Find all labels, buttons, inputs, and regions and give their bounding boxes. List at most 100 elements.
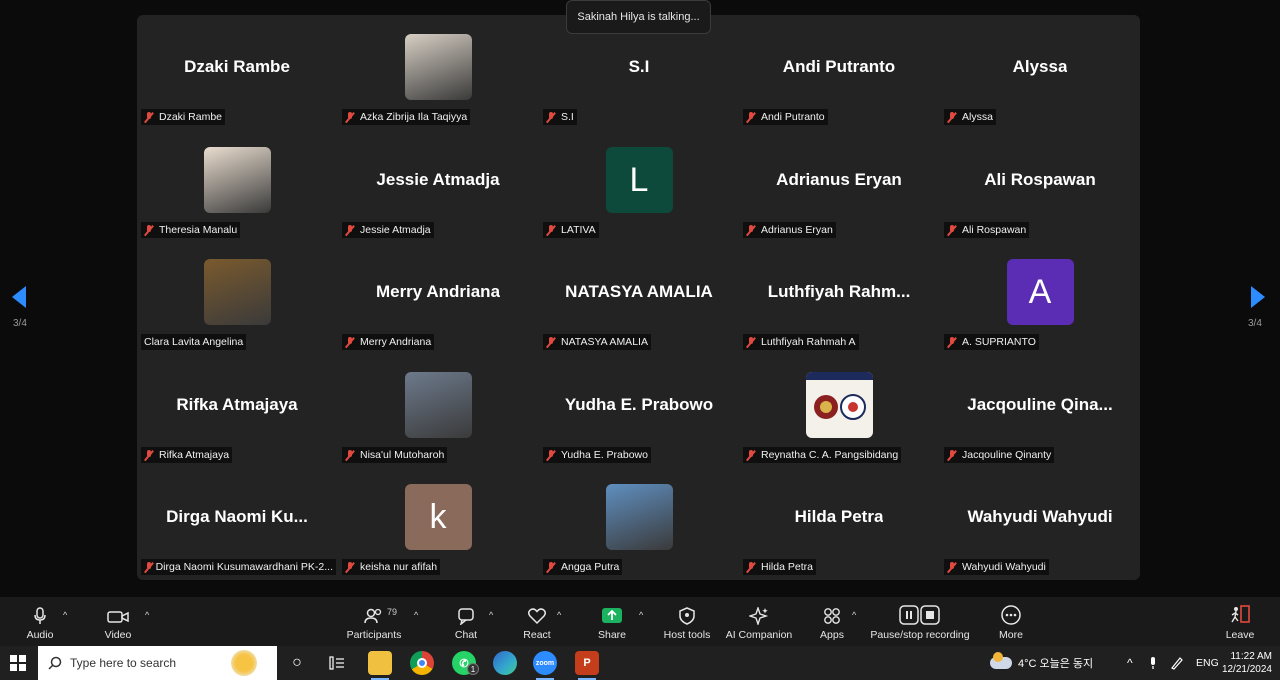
participant-tile[interactable]: Luthfiyah Rahm... Luthfiyah Rahmah A [739, 240, 939, 352]
participant-avatar-letter: A [1006, 259, 1074, 325]
recording-button[interactable]: Pause/stop recording [870, 597, 970, 646]
participant-tile[interactable]: Hilda Petra Hilda Petra [739, 465, 939, 577]
participant-label-text: Azka Zibrija Ila Taqiyya [360, 111, 468, 123]
participant-tile[interactable]: Andi Putranto Andi Putranto [739, 15, 939, 127]
edge-icon[interactable] [493, 651, 517, 675]
participant-tile[interactable]: Merry Andriana Merry Andriana [338, 240, 538, 352]
talking-toast: Sakinah Hilya is talking... [566, 0, 711, 34]
muted-mic-icon [746, 336, 756, 348]
participant-tile[interactable]: Wahyudi Wahyudi Wahyudi Wahyudi [940, 465, 1140, 577]
chat-caret-icon[interactable]: ^ [489, 610, 493, 620]
chrome-icon[interactable] [410, 651, 434, 675]
participant-tile[interactable]: Alyssa Alyssa [940, 15, 1140, 127]
muted-mic-icon [345, 224, 355, 236]
tray-pen-icon[interactable] [1170, 646, 1184, 680]
share-label: Share [597, 629, 627, 641]
participant-name-label: Theresia Manalu [141, 222, 241, 238]
language-indicator[interactable]: ENG [1196, 646, 1219, 680]
participant-tile[interactable]: Theresia Manalu [137, 128, 337, 240]
participants-label: Participants [346, 629, 402, 641]
page-indicator-left: 3/4 [13, 318, 27, 329]
muted-mic-icon [546, 336, 556, 348]
more-button[interactable]: More [995, 597, 1027, 646]
participant-tile[interactable]: Clara Lavita Angelina [137, 240, 337, 352]
participant-tile[interactable]: NATASYA AMALIA NATASYA AMALIA [539, 240, 739, 352]
microphone-icon [34, 607, 46, 624]
participant-tile[interactable]: Azka Zibrija Ila Taqiyya [338, 15, 538, 127]
apps-icon [824, 608, 840, 624]
participant-name-label: Dirga Naomi Kusumawardhani PK-2... [141, 559, 336, 575]
participant-name-label: Angga Putra [543, 559, 623, 575]
chat-button[interactable]: Chat [450, 597, 482, 646]
meeting-toolbar: Audio ^ Video ^ Participants 79 ^ Chat ^… [0, 597, 1280, 646]
share-caret-icon[interactable]: ^ [639, 610, 643, 620]
participant-label-text: Angga Putra [561, 561, 620, 573]
participant-tile[interactable]: A A. SUPRIANTO [940, 240, 1140, 352]
participant-tile[interactable]: Ali Rospawan Ali Rospawan [940, 128, 1140, 240]
clock[interactable]: 11:22 AM 12/21/2024 [1222, 646, 1272, 680]
participant-tile[interactable]: Nisa'ul Mutoharoh [338, 353, 538, 465]
participant-tile[interactable]: Angga Putra [539, 465, 739, 577]
participant-tile[interactable]: L LATIVA [539, 128, 739, 240]
zoom-icon[interactable]: zoom [533, 651, 557, 675]
participant-avatar-photo [203, 147, 271, 213]
apps-button[interactable]: Apps [817, 597, 847, 646]
taskbar-search-box[interactable]: Type here to search [38, 646, 277, 680]
participant-label-text: Nisa'ul Mutoharoh [360, 449, 445, 461]
sparkle-icon [749, 607, 769, 625]
windows-start-icon[interactable] [6, 651, 30, 675]
muted-mic-icon [947, 449, 957, 461]
host-tools-button[interactable]: Host tools [660, 597, 714, 646]
participant-display-name: Wahyudi Wahyudi [967, 507, 1113, 526]
prev-page-arrow[interactable] [12, 286, 26, 308]
participant-tile[interactable]: Rifka Atmajaya Rifka Atmajaya [137, 353, 337, 465]
participant-name-label: Alyssa [944, 109, 996, 125]
more-icon [1001, 605, 1021, 625]
participant-name-label: Andi Putranto [743, 109, 828, 125]
participant-tile[interactable]: Adrianus Eryan Adrianus Eryan [739, 128, 939, 240]
participant-label-text: Adrianus Eryan [761, 224, 833, 236]
share-screen-icon [602, 608, 622, 623]
participant-avatar-photo [404, 372, 472, 438]
share-button[interactable]: Share [596, 597, 628, 646]
participants-button[interactable]: Participants [343, 597, 405, 646]
ai-companion-button[interactable]: AI Companion [724, 597, 794, 646]
task-view-icon[interactable]: ○ [285, 651, 309, 675]
tray-mic-icon[interactable] [1148, 646, 1158, 680]
react-caret-icon[interactable]: ^ [557, 610, 561, 620]
audio-caret-icon[interactable]: ^ [63, 610, 67, 620]
participant-tile[interactable]: Dirga Naomi Ku... Dirga Naomi Kusumawardh… [137, 465, 337, 577]
weather-widget[interactable]: 4°C 오늘은 동지 [990, 646, 1093, 680]
participant-name-label: Dzaki Rambe [141, 109, 226, 125]
video-caret-icon[interactable]: ^ [145, 610, 149, 620]
participant-label-text: LATIVA [561, 224, 596, 236]
next-page-arrow[interactable] [1251, 286, 1265, 308]
audio-button[interactable]: Audio [22, 597, 58, 646]
participant-name-label: Ali Rospawan [944, 222, 1030, 238]
search-highlight-sun-icon [231, 650, 257, 676]
participant-name-label: Wahyudi Wahyudi [944, 559, 1049, 575]
muted-mic-icon [144, 111, 154, 123]
participant-tile[interactable]: Yudha E. Prabowo Yudha E. Prabowo [539, 353, 739, 465]
file-explorer-icon[interactable] [368, 651, 392, 675]
react-button[interactable]: React [520, 597, 554, 646]
participant-display-name: Jacqouline Qina... [967, 395, 1113, 414]
chat-label: Chat [454, 629, 478, 641]
video-button[interactable]: Video [100, 597, 136, 646]
participant-name-label: A. SUPRIANTO [944, 334, 1039, 350]
leave-button[interactable]: Leave [1225, 597, 1255, 646]
participant-tile[interactable]: Jessie Atmadja Jessie Atmadja [338, 128, 538, 240]
whatsapp-notification-badge: 1 [467, 663, 479, 675]
participant-tile[interactable]: Reynatha C. A. Pangsibidang [739, 353, 939, 465]
participant-name-label: Hilda Petra [743, 559, 816, 575]
widgets-icon[interactable] [325, 651, 349, 675]
tray-chevron-icon[interactable]: ^ [1127, 646, 1133, 680]
apps-caret-icon[interactable]: ^ [852, 610, 856, 620]
participant-tile[interactable]: Jacqouline Qina... Jacqouline Qinanty [940, 353, 1140, 465]
participant-label-text: Reynatha C. A. Pangsibidang [761, 449, 899, 461]
participant-tile[interactable]: Dzaki Rambe Dzaki Rambe [137, 15, 337, 127]
participant-tile[interactable]: k keisha nur afifah [338, 465, 538, 577]
participants-caret-icon[interactable]: ^ [414, 610, 418, 620]
participant-name-label: Luthfiyah Rahmah A [743, 334, 859, 350]
powerpoint-icon[interactable]: P [575, 651, 599, 675]
